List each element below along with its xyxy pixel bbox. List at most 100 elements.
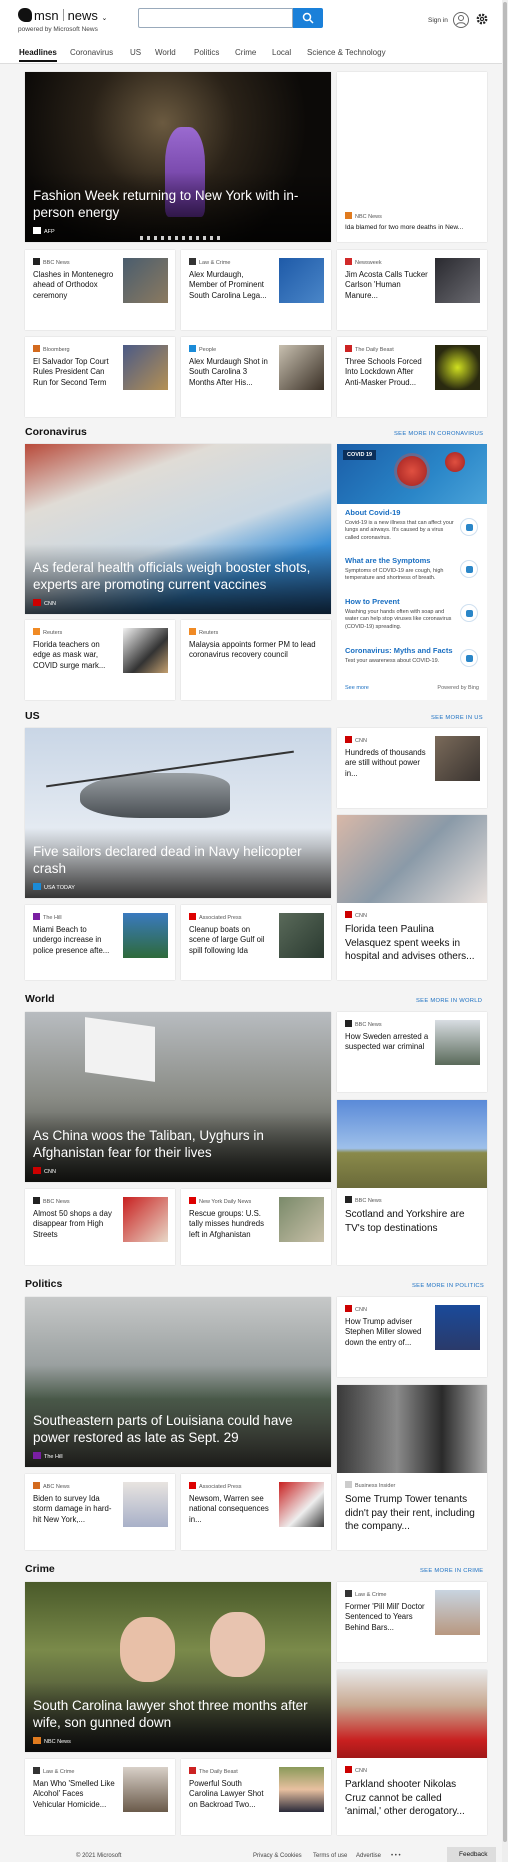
scrollbar-thumb[interactable] [503,2,507,1842]
news-card[interactable]: Newsweek Jim Acosta Calls Tucker Carlson… [337,250,487,330]
hero-title[interactable]: Fashion Week returning to New York with … [33,187,323,222]
card-title[interactable]: Powerful South Carolina Lawyer Shot on B… [189,1779,273,1810]
chevron-down-icon[interactable]: ⌄ [102,15,108,22]
covid-item[interactable]: About Covid-19 Covid-19 is a new illness … [345,508,455,542]
avatar-icon[interactable] [453,12,469,28]
covid-item[interactable]: What are the Symptoms Symptoms of COVID-1… [345,556,455,583]
card-title[interactable]: Three Schools Forced Into Lockdown After… [345,357,429,388]
hero-title[interactable]: Five sailors declared dead in Navy helic… [33,843,323,878]
news-card[interactable]: The Daily Beast Powerful South Carolina … [181,1759,331,1835]
news-card[interactable]: Law & Crime Alex Murdaugh, Member of Pro… [181,250,331,330]
footer-link-privacy[interactable]: Privacy & Cookies [253,1853,302,1859]
card-title[interactable]: Newsom, Warren see national consequences… [189,1494,273,1525]
feedback-button[interactable]: Feedback [447,1847,496,1862]
card-title[interactable]: Malaysia appoints former PM to lead coro… [189,640,319,661]
see-more-crime[interactable]: SEE MORE IN CRIME [420,1568,483,1574]
coronavirus-hero-card[interactable]: As federal health officials weigh booste… [25,444,331,614]
covid-item-title[interactable]: What are the Symptoms [345,556,455,565]
card-title[interactable]: Rescue groups: U.S. tally misses hundred… [189,1209,273,1240]
nav-coronavirus[interactable]: Coronavirus [70,48,113,57]
card-title[interactable]: Former 'Pill Mill' Doctor Sentenced to Y… [345,1602,429,1633]
search-input[interactable] [138,8,293,28]
news-card[interactable]: BBC News Clashes in Montenegro ahead of … [25,250,175,330]
card-title[interactable]: Almost 50 shops a day disappear from Hig… [33,1209,117,1240]
us-hero-card[interactable]: Five sailors declared dead in Navy helic… [25,728,331,898]
card-title[interactable]: How Trump adviser Stephen Miller slowed … [345,1317,429,1348]
headline-hero-card[interactable]: Fashion Week returning to New York with … [25,72,331,242]
headline-side-card[interactable]: NBC News Ida blamed for two more deaths … [337,72,487,242]
tall-news-card[interactable]: BBC News Scotland and Yorkshire are TV's… [337,1100,487,1265]
msn-logo[interactable]: msn news ⌄ [18,8,107,23]
news-card[interactable]: BBC News How Sweden arrested a suspected… [337,1012,487,1092]
news-card[interactable]: The Daily Beast Three Schools Forced Int… [337,337,487,417]
hero-title[interactable]: As federal health officials weigh booste… [33,559,323,594]
news-card[interactable]: People Alex Murdaugh Shot in South Carol… [181,337,331,417]
card-title[interactable]: Scotland and Yorkshire are TV's top dest… [345,1208,480,1235]
see-more-world[interactable]: SEE MORE IN WORLD [416,998,482,1004]
hero-title[interactable]: South Carolina lawyer shot three months … [33,1697,323,1732]
world-hero-card[interactable]: As China woos the Taliban, Uyghurs in Af… [25,1012,331,1182]
carousel-dots[interactable] [140,236,220,240]
card-title[interactable]: El Salvador Top Court Rules President Ca… [33,357,117,388]
side-title[interactable]: Ida blamed for two more deaths in New... [345,224,480,233]
card-source: The Daily Beast [189,1767,238,1775]
more-menu-icon[interactable]: • • • [391,1853,401,1859]
news-card[interactable]: Law & Crime Man Who 'Smelled Like Alcoho… [25,1759,175,1835]
see-more-coronavirus[interactable]: SEE MORE IN CORONAVIRUS [394,431,483,437]
card-title[interactable]: Miami Beach to undergo increase in polic… [33,925,117,956]
nav-local[interactable]: Local [272,48,291,57]
nav-science-technology[interactable]: Science & Technology [307,48,386,57]
covid-item-title[interactable]: About Covid-19 [345,508,455,517]
card-title[interactable]: Florida teen Paulina Velasquez spent wee… [345,923,480,964]
gear-icon[interactable] [476,13,488,25]
news-card[interactable]: Reuters Malaysia appoints former PM to l… [181,620,331,700]
covid-item-title[interactable]: How to Prevent [345,597,455,606]
news-card[interactable]: Reuters Florida teachers on edge as mask… [25,620,175,700]
crime-hero-card[interactable]: South Carolina lawyer shot three months … [25,1582,331,1752]
news-card[interactable]: BBC News Almost 50 shops a day disappear… [25,1189,175,1265]
search-button[interactable] [293,8,323,28]
politics-hero-card[interactable]: Southeastern parts of Louisiana could ha… [25,1297,331,1467]
footer-link-advertise[interactable]: Advertise [356,1853,381,1859]
news-card[interactable]: Associated Press Newsom, Warren see nati… [181,1474,331,1550]
news-card[interactable]: ABC News Biden to survey Ida storm damag… [25,1474,175,1550]
card-title[interactable]: Alex Murdaugh, Member of Prominent South… [189,270,273,301]
hero-title[interactable]: As China woos the Taliban, Uyghurs in Af… [33,1127,323,1162]
card-title[interactable]: Hundreds of thousands are still without … [345,748,429,779]
news-card[interactable]: Associated Press Cleanup boats on scene … [181,905,331,980]
card-title[interactable]: Clashes in Montenegro ahead of Orthodox … [33,270,117,301]
nav-us[interactable]: US [130,48,141,57]
nav-politics[interactable]: Politics [194,48,219,57]
card-title[interactable]: Some Trump Tower tenants didn't pay thei… [345,1493,480,1534]
covid-item-title[interactable]: Coronavirus: Myths and Facts [345,646,455,655]
card-title[interactable]: Man Who 'Smelled Like Alcohol' Faces Veh… [33,1779,117,1810]
signin-link[interactable]: Sign in [428,17,448,24]
card-title[interactable]: Florida teachers on edge as mask war, CO… [33,640,117,671]
card-title[interactable]: Biden to survey Ida storm damage in hard… [33,1494,117,1525]
nav-crime[interactable]: Crime [235,48,256,57]
nav-world[interactable]: World [155,48,176,57]
tall-news-card[interactable]: CNN Florida teen Paulina Velasquez spent… [337,815,487,980]
news-card[interactable]: Bloomberg El Salvador Top Court Rules Pr… [25,337,175,417]
card-title[interactable]: How Sweden arrested a suspected war crim… [345,1032,429,1053]
scrollbar[interactable] [502,0,508,1862]
covid-see-more[interactable]: See more [345,685,369,691]
news-card[interactable]: New York Daily News Rescue groups: U.S. … [181,1189,331,1265]
tall-news-card[interactable]: CNN Parkland shooter Nikolas Cruz cannot… [337,1670,487,1835]
covid-item[interactable]: Coronavirus: Myths and Facts Test your aw… [345,646,455,665]
news-card[interactable]: Law & Crime Former 'Pill Mill' Doctor Se… [337,1582,487,1662]
tall-news-card[interactable]: Business Insider Some Trump Tower tenant… [337,1385,487,1550]
hero-title[interactable]: Southeastern parts of Louisiana could ha… [33,1412,323,1447]
see-more-us[interactable]: SEE MORE IN US [431,715,483,721]
news-card[interactable]: The Hill Miami Beach to undergo increase… [25,905,175,980]
card-title[interactable]: Parkland shooter Nikolas Cruz cannot be … [345,1778,480,1819]
footer-link-terms[interactable]: Terms of use [313,1853,347,1859]
covid-item[interactable]: How to Prevent Washing your hands often w… [345,597,455,631]
news-card[interactable]: CNN How Trump adviser Stephen Miller slo… [337,1297,487,1377]
card-title[interactable]: Jim Acosta Calls Tucker Carlson 'Human M… [345,270,429,301]
card-title[interactable]: Alex Murdaugh Shot in South Carolina 3 M… [189,357,273,388]
news-card[interactable]: CNN Hundreds of thousands are still with… [337,728,487,808]
see-more-politics[interactable]: SEE MORE IN POLITICS [412,1283,484,1289]
card-title[interactable]: Cleanup boats on scene of large Gulf oil… [189,925,273,956]
nav-headlines[interactable]: Headlines [19,48,57,62]
